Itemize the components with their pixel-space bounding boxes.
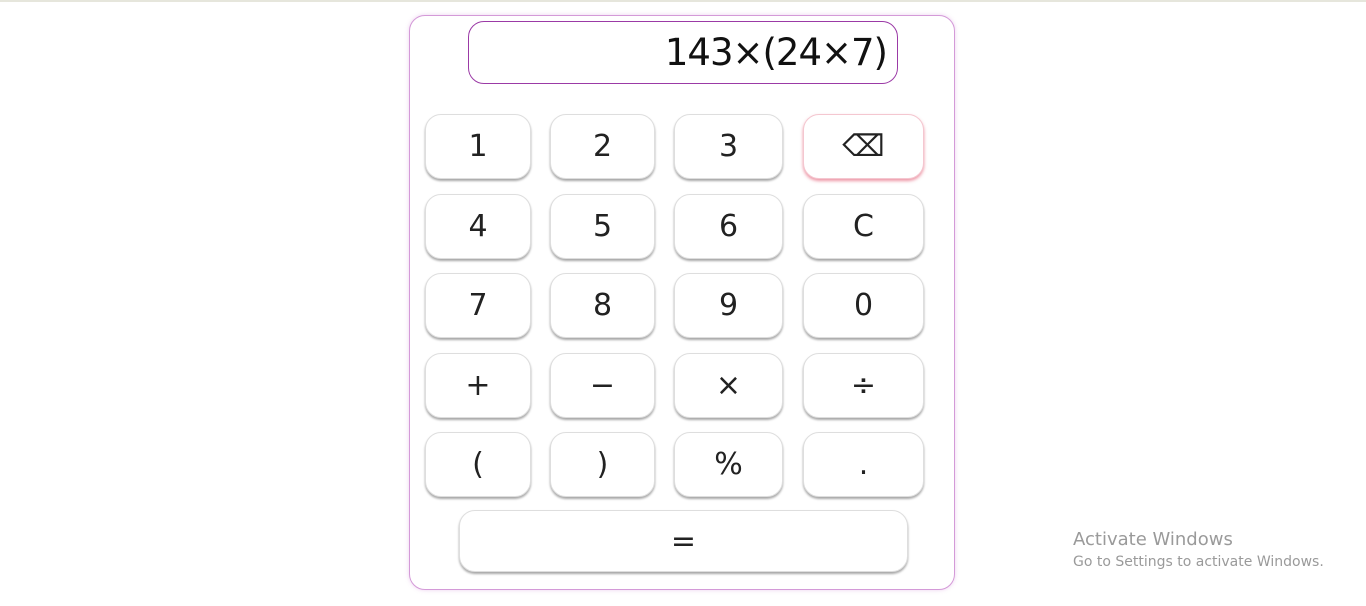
key-1-button[interactable]: 1 [425, 114, 531, 179]
watermark-title: Activate Windows [1073, 529, 1233, 550]
key-0-button[interactable]: 0 [803, 273, 924, 338]
minus-button[interactable]: − [550, 353, 655, 418]
multiply-button[interactable]: × [674, 353, 783, 418]
equals-button[interactable]: = [459, 510, 908, 572]
key-6-button[interactable]: 6 [674, 194, 783, 259]
divide-button[interactable]: ÷ [803, 353, 924, 418]
key-5-button[interactable]: 5 [550, 194, 655, 259]
key-2-button[interactable]: 2 [550, 114, 655, 179]
watermark-subtitle: Go to Settings to activate Windows. [1073, 554, 1324, 570]
open-paren-button[interactable]: ( [425, 432, 531, 497]
key-7-button[interactable]: 7 [425, 273, 531, 338]
backspace-button[interactable]: ⌫ [803, 114, 924, 179]
activate-windows-watermark: Activate Windows Go to Settings to activ… [1073, 529, 1324, 573]
percent-button[interactable]: % [674, 432, 783, 497]
top-divider [0, 0, 1366, 2]
key-3-button[interactable]: 3 [674, 114, 783, 179]
backspace-icon: ⌫ [842, 129, 885, 164]
expression-display: 143×(24×7) [468, 21, 898, 84]
clear-button[interactable]: C [803, 194, 924, 259]
key-4-button[interactable]: 4 [425, 194, 531, 259]
decimal-button[interactable]: . [803, 432, 924, 497]
close-paren-button[interactable]: ) [550, 432, 655, 497]
plus-button[interactable]: + [425, 353, 531, 418]
key-8-button[interactable]: 8 [550, 273, 655, 338]
key-9-button[interactable]: 9 [674, 273, 783, 338]
